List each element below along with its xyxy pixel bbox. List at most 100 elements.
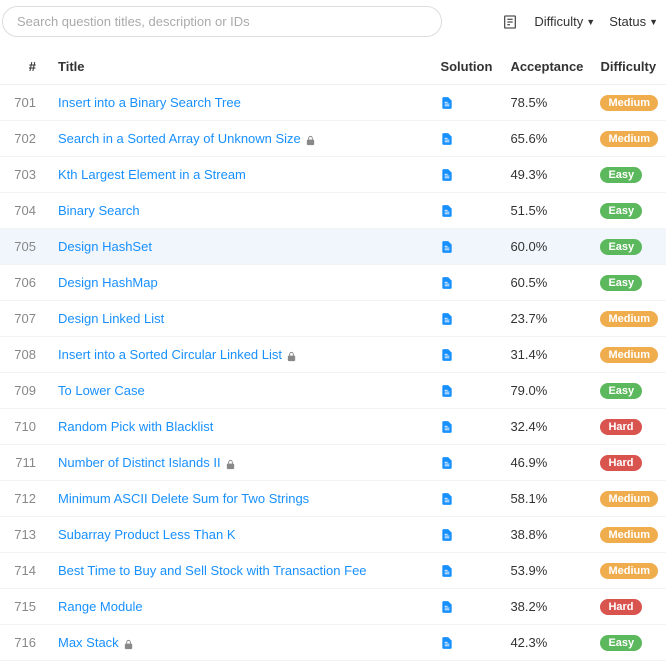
problem-link[interactable]: Range Module — [58, 599, 143, 614]
problem-link[interactable]: Binary Search — [58, 203, 140, 218]
problem-id: 715 — [0, 589, 50, 625]
document-icon[interactable] — [440, 635, 454, 651]
difficulty-cell: Medium — [592, 481, 666, 517]
problem-link[interactable]: Insert into a Binary Search Tree — [58, 95, 241, 110]
problem-link[interactable]: Random Pick with Blacklist — [58, 419, 213, 434]
difficulty-badge: Medium — [600, 131, 658, 147]
document-icon[interactable] — [440, 563, 454, 579]
difficulty-filter-label: Difficulty — [534, 14, 583, 29]
document-icon[interactable] — [440, 275, 454, 291]
acceptance: 60.5% — [502, 265, 592, 301]
difficulty-cell: Medium — [592, 85, 666, 121]
document-icon[interactable] — [440, 599, 454, 615]
document-icon[interactable] — [440, 527, 454, 543]
document-icon[interactable] — [440, 239, 454, 255]
problem-title-cell: Subarray Product Less Than K — [50, 517, 432, 553]
problem-link[interactable]: To Lower Case — [58, 383, 145, 398]
table-row: 711Number of Distinct Islands II46.9%Har… — [0, 445, 666, 481]
problem-id: 704 — [0, 193, 50, 229]
acceptance: 38.2% — [502, 589, 592, 625]
document-icon[interactable] — [440, 167, 454, 183]
problem-link[interactable]: Kth Largest Element in a Stream — [58, 167, 246, 182]
problem-title-cell: Search in a Sorted Array of Unknown Size — [50, 121, 432, 157]
pick-one-icon[interactable] — [498, 9, 522, 34]
difficulty-badge: Medium — [600, 347, 658, 363]
problem-id: 705 — [0, 229, 50, 265]
problem-link[interactable]: Max Stack — [58, 635, 119, 650]
table-row: 707 Design Linked List 23.7% Medium — [0, 301, 666, 337]
difficulty-cell: Medium — [592, 517, 666, 553]
solution-cell — [432, 553, 502, 589]
problem-id: 701 — [0, 85, 50, 121]
col-number[interactable]: # — [0, 49, 50, 85]
difficulty-badge: Medium — [600, 311, 658, 327]
difficulty-badge: Easy — [600, 239, 642, 255]
table-row: 714Best Time to Buy and Sell Stock with … — [0, 553, 666, 589]
solution-cell — [432, 85, 502, 121]
problem-link[interactable]: Design HashMap — [58, 275, 158, 290]
difficulty-badge: Medium — [600, 95, 658, 111]
document-icon[interactable] — [440, 95, 454, 111]
document-icon[interactable] — [440, 455, 454, 471]
col-acceptance[interactable]: Acceptance — [502, 49, 592, 85]
table-row: 713Subarray Product Less Than K38.8%Medi… — [0, 517, 666, 553]
problem-title-cell: Insert into a Sorted Circular Linked Lis… — [50, 337, 432, 373]
col-solution[interactable]: Solution — [432, 49, 502, 85]
solution-cell — [432, 373, 502, 409]
acceptance: 65.6% — [502, 121, 592, 157]
lock-icon — [225, 458, 236, 470]
acceptance: 42.3% — [502, 625, 592, 661]
solution-cell — [432, 445, 502, 481]
solution-cell — [432, 265, 502, 301]
problem-id: 703 — [0, 157, 50, 193]
document-icon[interactable] — [440, 203, 454, 219]
acceptance: 53.9% — [502, 553, 592, 589]
difficulty-filter[interactable]: Difficulty ▼ — [532, 10, 597, 33]
solution-cell — [432, 409, 502, 445]
problem-title-cell: Design Linked List — [50, 301, 432, 337]
document-icon[interactable] — [440, 383, 454, 399]
document-icon[interactable] — [440, 131, 454, 147]
solution-cell — [432, 517, 502, 553]
problem-link[interactable]: Insert into a Sorted Circular Linked Lis… — [58, 347, 282, 362]
table-row: 706Design HashMap60.5%Easy — [0, 265, 666, 301]
problem-link[interactable]: Minimum ASCII Delete Sum for Two Strings — [58, 491, 309, 506]
caret-down-icon: ▼ — [649, 17, 658, 27]
acceptance: 51.5% — [502, 193, 592, 229]
acceptance: 78.5% — [502, 85, 592, 121]
caret-down-icon: ▼ — [586, 17, 595, 27]
document-icon[interactable] — [440, 347, 454, 363]
problem-title-cell: Insert into a Binary Search Tree — [50, 85, 432, 121]
difficulty-badge: Medium — [600, 491, 658, 507]
solution-cell — [432, 229, 502, 265]
problem-title-cell: Minimum ASCII Delete Sum for Two Strings — [50, 481, 432, 517]
difficulty-badge: Hard — [600, 455, 641, 471]
difficulty-cell: Medium — [592, 301, 666, 337]
acceptance: 23.7% — [502, 301, 592, 337]
problem-link[interactable]: Subarray Product Less Than K — [58, 527, 236, 542]
col-difficulty[interactable]: Difficulty — [592, 49, 666, 85]
problem-link[interactable]: Best Time to Buy and Sell Stock with Tra… — [58, 563, 367, 578]
problem-link[interactable]: Number of Distinct Islands II — [58, 455, 221, 470]
difficulty-badge: Easy — [600, 275, 642, 291]
problem-id: 707 — [0, 301, 50, 337]
solution-cell — [432, 589, 502, 625]
problem-title-cell: Kth Largest Element in a Stream — [50, 157, 432, 193]
document-icon[interactable] — [440, 311, 454, 327]
status-filter-label: Status — [609, 14, 646, 29]
problem-id: 710 — [0, 409, 50, 445]
problem-id: 711 — [0, 445, 50, 481]
problem-link[interactable]: Design HashSet — [58, 239, 152, 254]
problem-id: 716 — [0, 625, 50, 661]
document-icon[interactable] — [440, 491, 454, 507]
col-title[interactable]: Title — [50, 49, 432, 85]
document-icon[interactable] — [440, 419, 454, 435]
status-filter[interactable]: Status ▼ — [607, 10, 660, 33]
problem-link[interactable]: Design Linked List — [58, 311, 164, 326]
problem-title-cell: Max Stack — [50, 625, 432, 661]
solution-cell — [432, 301, 502, 337]
acceptance: 32.4% — [502, 409, 592, 445]
problem-link[interactable]: Search in a Sorted Array of Unknown Size — [58, 131, 301, 146]
search-input[interactable] — [2, 6, 442, 37]
solution-cell — [432, 481, 502, 517]
